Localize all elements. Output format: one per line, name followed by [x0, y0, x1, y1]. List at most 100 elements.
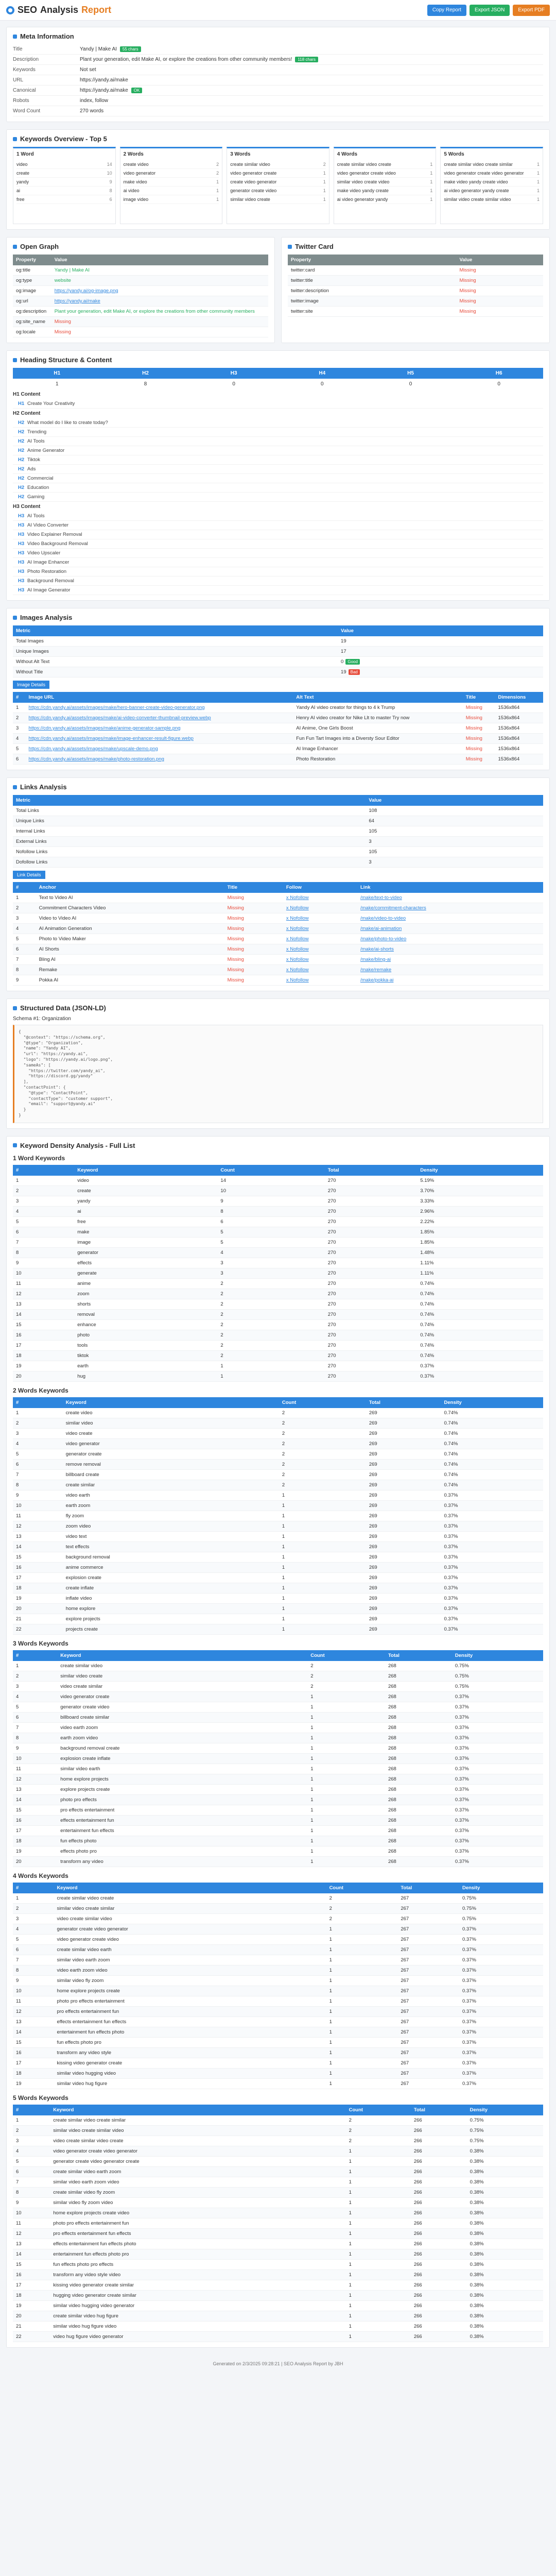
- kd-col--: #: [13, 1164, 75, 1176]
- meta-value: Plant your generation, edit Make AI, or …: [80, 57, 543, 62]
- link-url[interactable]: /make/photo-to-video: [357, 934, 543, 944]
- image-url[interactable]: https://cdn.yandy.ai/assets/images/make/…: [25, 713, 293, 723]
- kd-index: 14: [13, 1541, 63, 1552]
- link-url[interactable]: /make/bling-ai: [357, 954, 543, 965]
- link-url[interactable]: /make/commitment-characters: [357, 903, 543, 913]
- heading-level-tag: H3: [18, 569, 25, 574]
- kd-keyword: generator: [74, 1247, 218, 1258]
- kd-index: 1: [13, 1408, 63, 1418]
- keyword-text: ai video generator yandy create: [444, 188, 509, 193]
- kd-density: 0.37%: [459, 2078, 543, 2089]
- kd-count: 1: [279, 1552, 366, 1563]
- kd-total: 267: [397, 1893, 459, 1904]
- kd-keyword: video generator create video: [54, 1934, 326, 1945]
- kd-total: 267: [397, 2027, 459, 2038]
- kd-total: 270: [324, 1185, 418, 1196]
- keyword-density-row: 5 generator create video 1 268 0.37%: [13, 1702, 543, 1713]
- export-json-button[interactable]: Export JSON: [469, 4, 510, 16]
- og-property: og:image: [13, 285, 51, 296]
- kd-total: 266: [410, 2166, 467, 2177]
- image-url[interactable]: https://cdn.yandy.ai/assets/images/make/…: [25, 733, 293, 744]
- kd-keyword: explosion create: [62, 1572, 279, 1583]
- link-url[interactable]: /make/text-to-video: [357, 893, 543, 903]
- image-summary-row: Without Title 19 Bad: [13, 667, 543, 677]
- status-badge: Bad: [348, 669, 360, 675]
- kd-index: 11: [13, 1764, 58, 1774]
- keyword-density-row: 22 projects create 1 269 0.37%: [13, 1624, 543, 1635]
- kd-count: 1: [345, 2300, 411, 2311]
- image-row: 3 https://cdn.yandy.ai/assets/images/make…: [13, 723, 543, 734]
- keyword-density-section-title: 5 Words Keywords: [13, 2094, 68, 2102]
- kd-total: 267: [397, 1903, 459, 1914]
- heading-count-h5: 0: [409, 381, 412, 387]
- link-url[interactable]: /make/ai-animation: [357, 923, 543, 934]
- kd-index: 15: [13, 1805, 58, 1816]
- kd-keyword: transform any video style video: [50, 2269, 346, 2280]
- link-row: 2 Commitment Characters Video Missing x Nof…: [13, 903, 543, 913]
- keyword-count: 1: [216, 197, 219, 202]
- kd-index: 3: [13, 1913, 54, 1924]
- keyword-text: create similar video create similar: [444, 162, 513, 167]
- link-metric: Dofollow Links: [13, 857, 366, 868]
- kd-density: 0.74%: [441, 1408, 543, 1418]
- keyword-density-row: 9 similar video fly zoom 1 267 0.37%: [13, 1975, 543, 1986]
- keyword-count: 1: [430, 179, 433, 184]
- link-url[interactable]: /make/ai-shorts: [357, 944, 543, 955]
- image-dimensions: 1536x864: [495, 754, 543, 765]
- og-value[interactable]: https://yandy.ai/og-image.png: [51, 285, 268, 296]
- link-follow: x Nofollow: [283, 934, 357, 944]
- heading-text: Video Explainer Removal: [27, 532, 82, 537]
- logo-icon: [6, 6, 14, 14]
- kd-total: 269: [366, 1603, 441, 1614]
- kd-index: 5: [13, 1934, 54, 1945]
- link-metric: Internal Links: [13, 826, 366, 837]
- keyword-item: video generator create 1: [230, 169, 326, 178]
- kd-density: 0.74%: [417, 1350, 543, 1361]
- link-url[interactable]: /make/pokka-ai: [357, 975, 543, 986]
- keyword-density-row: 11 fly zoom 1 269 0.37%: [13, 1511, 543, 1521]
- link-summary-row: Internal Links 105: [13, 826, 543, 837]
- kd-total: 267: [397, 2058, 459, 2069]
- kd-density: 0.75%: [459, 1913, 543, 1924]
- keyword-density-row: 8 create similar video fly zoom 1 266 0.38%: [13, 2187, 543, 2198]
- link-anchor: AI Shorts: [36, 944, 224, 955]
- link-url[interactable]: /make/remake: [357, 964, 543, 975]
- meta-value: Not set: [80, 67, 96, 73]
- kd-index: 8: [13, 1247, 75, 1258]
- kd-count: 1: [217, 1371, 325, 1382]
- kd-keyword: video create similar video create: [50, 2136, 346, 2146]
- image-url[interactable]: https://cdn.yandy.ai/assets/images/make/…: [25, 754, 293, 765]
- copy-report-button[interactable]: Copy Report: [427, 4, 466, 16]
- kd-count: 1: [279, 1490, 366, 1501]
- kd-density: 0.37%: [441, 1490, 543, 1501]
- kd-total: 266: [410, 2197, 467, 2208]
- link-url[interactable]: /make/video-to-video: [357, 913, 543, 924]
- kd-density: 0.37%: [451, 1774, 543, 1785]
- image-url[interactable]: https://cdn.yandy.ai/assets/images/make/…: [25, 743, 293, 754]
- link-summary-row: Nofollow Links 105: [13, 846, 543, 857]
- keyword-text: video: [16, 162, 28, 167]
- kd-total: 266: [410, 2177, 467, 2188]
- keyword-item: make video 1: [123, 178, 219, 187]
- image-col--: #: [13, 692, 26, 703]
- kd-index: 6: [13, 2166, 50, 2177]
- kd-total: 268: [385, 1846, 452, 1857]
- headings-card: Heading Structure & Content H1 H2 H3 H4 H5 H6…: [6, 350, 550, 601]
- kd-keyword: ai: [74, 1206, 218, 1217]
- kd-total: 270: [324, 1330, 418, 1341]
- kd-keyword: similar video create similar: [54, 1903, 326, 1914]
- export-pdf-button[interactable]: Export PDF: [513, 4, 550, 16]
- image-url[interactable]: https://cdn.yandy.ai/assets/images/make/…: [25, 723, 293, 734]
- heading-level-tag: H2: [18, 494, 25, 500]
- link-col-anchor: Anchor: [36, 882, 224, 893]
- kd-keyword: create: [74, 1185, 218, 1196]
- image-url[interactable]: https://cdn.yandy.ai/assets/images/make/…: [25, 703, 293, 713]
- og-value: Yandy | Make AI: [51, 265, 268, 276]
- keyword-density-row: 19 similar video hugging video generator 1…: [13, 2300, 543, 2311]
- twitter-value: Missing: [456, 275, 543, 286]
- kd-total: 270: [324, 1319, 418, 1330]
- og-value[interactable]: https://yandy.ai/make: [51, 296, 268, 307]
- heading-level-h4: H4: [278, 368, 367, 379]
- keyword-item: ai video generator yandy create 1: [444, 187, 540, 195]
- keyword-density-row: 14 entertainment fun effects photo 1 267 0.3…: [13, 2027, 543, 2038]
